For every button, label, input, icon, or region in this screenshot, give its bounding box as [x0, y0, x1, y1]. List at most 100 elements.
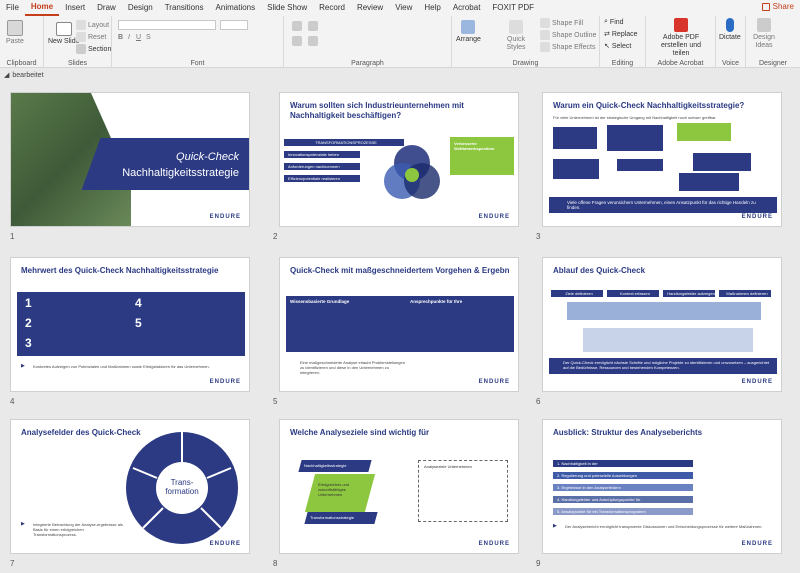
endure-logo: ENDURE — [741, 214, 773, 220]
new-slide-icon — [55, 22, 72, 36]
slide-6-bottom: Der Quick-Check ermöglicht nächste Schri… — [563, 360, 770, 370]
question-bubble — [617, 159, 663, 171]
tab-animations[interactable]: Animations — [210, 0, 262, 16]
slide-2-item: Effizienzpotentiale realisieren — [284, 175, 360, 182]
numbering-button[interactable] — [308, 21, 318, 31]
slide-5-bottom: Eine maßgeschneiderte Analyse erlaubt Pr… — [300, 360, 405, 375]
endure-logo: ENDURE — [209, 541, 241, 547]
tab-file[interactable]: File — [0, 0, 25, 16]
shape-outline-icon — [540, 30, 550, 40]
paste-icon — [6, 20, 23, 36]
strikethrough-button[interactable]: S — [146, 34, 151, 41]
slide-9-bottom: Der Analysebericht ermöglicht transparen… — [565, 524, 763, 529]
slide-4-bottom: Konkretes Aufzeigen von Potenzialen und … — [33, 364, 210, 369]
microphone-icon — [725, 18, 734, 32]
slide-2-green-title: Verbesserte Wettbewerbsposition — [454, 141, 495, 151]
slide-thumbnail-9[interactable]: Ausblick: Struktur des Analyseberichts 1… — [542, 419, 782, 554]
quick-styles-button[interactable]: Quick Styles — [504, 20, 528, 52]
underline-button[interactable]: U — [136, 34, 141, 41]
slide-thumbnail-4[interactable]: Mehrwert des Quick-Check Nachhaltigkeits… — [10, 257, 250, 392]
slide-thumbnail-3[interactable]: Warum ein Quick-Check Nachhaltigkeitsstr… — [542, 92, 782, 227]
report-row: 1. Nachhaltigkeit in der — [553, 460, 693, 467]
tab-insert[interactable]: Insert — [59, 0, 91, 16]
tab-view[interactable]: View — [389, 0, 418, 16]
shape-fill-button[interactable]: Shape Fill — [540, 18, 583, 28]
question-bubble — [679, 173, 739, 191]
find-button[interactable]: ⌕ Find — [604, 18, 624, 26]
align-left-icon — [292, 36, 302, 46]
font-name-combo[interactable] — [118, 20, 216, 30]
process-step: Handlungsfelder aufzeigen — [663, 290, 715, 297]
section-header[interactable]: ◢ bearbeitet — [0, 69, 800, 81]
question-bubble — [553, 127, 597, 149]
design-ideas-icon — [757, 18, 771, 32]
align-center-button[interactable] — [308, 36, 318, 46]
reset-icon — [76, 32, 86, 42]
ribbon-tabs: File Home Insert Draw Design Transitions Anima… — [0, 0, 800, 16]
select-button[interactable]: ↖ Select — [604, 42, 631, 51]
tab-transitions[interactable]: Transitions — [159, 0, 210, 16]
italic-button[interactable]: I — [128, 34, 130, 41]
analyseziele-box-label: Analyseziele Unternehmen — [424, 464, 472, 469]
process-step: Kontext erfassen — [607, 290, 659, 297]
adobe-pdf-button[interactable]: Adobe PDF erstellen und teilen — [652, 18, 710, 58]
paste-button[interactable]: Paste — [6, 20, 24, 45]
tab-draw[interactable]: Draw — [91, 0, 122, 16]
slide-thumbnail-1[interactable]: Quick-Check Nachhaltigkeitsstrategie END… — [10, 92, 250, 227]
shape-effects-button[interactable]: Shape Effects — [540, 42, 595, 52]
tab-acrobat[interactable]: Acrobat — [447, 0, 487, 16]
font-size-combo[interactable] — [220, 20, 248, 30]
tab-design[interactable]: Design — [122, 0, 159, 16]
shape-outline-button[interactable]: Shape Outline — [540, 30, 596, 40]
slide-1-title: Quick-Check — [176, 151, 239, 163]
slide-thumbnail-7[interactable]: Analysefelder des Quick-Check Trans-form… — [10, 419, 250, 554]
slide-5-panel — [286, 296, 514, 352]
tab-foxit-pdf[interactable]: FOXIT PDF — [486, 0, 540, 16]
tab-help[interactable]: Help — [418, 0, 446, 16]
slide-thumbnail-8[interactable]: Welche Analyseziele sind wichtig für Nac… — [279, 419, 519, 554]
slide-number-7: 7 — [10, 559, 15, 568]
process-step: Ziele definieren — [551, 290, 603, 297]
bullets-button[interactable] — [292, 21, 302, 31]
slides-group: New Slide Layout Reset Section Slides — [44, 16, 112, 68]
voice-group: Dictate Voice — [716, 16, 746, 68]
question-bubble — [693, 153, 751, 171]
slide-8-label: Erfolgreiches und zukunftsfähiges Untern… — [318, 482, 350, 497]
bold-button[interactable]: B — [118, 34, 123, 41]
new-slide-button[interactable]: New Slide — [48, 22, 80, 45]
dictate-button[interactable]: Dictate — [719, 18, 741, 41]
arrange-button[interactable]: Arrange — [456, 20, 481, 43]
endure-logo: ENDURE — [478, 379, 510, 385]
editing-group: ⌕ Find ⇄ Replace ↖ Select Editing — [600, 16, 646, 68]
replace-button[interactable]: ⇄ Replace — [604, 30, 638, 39]
point-number: 5 — [135, 316, 142, 330]
reset-button[interactable]: Reset — [76, 32, 106, 42]
share-button[interactable]: Share — [761, 2, 794, 11]
question-bubble — [677, 123, 731, 141]
process-icons-row — [567, 302, 761, 320]
slide-6-title: Ablauf des Quick-Check — [553, 266, 646, 275]
slide-8-title: Welche Analyseziele sind wichtig für — [290, 428, 430, 437]
slide-thumbnail-2[interactable]: Warum sollten sich Industrieunternehmen … — [279, 92, 519, 227]
slide-thumbnail-6[interactable]: Ablauf des Quick-Check Ziele definieren … — [542, 257, 782, 392]
tab-record[interactable]: Record — [313, 0, 351, 16]
endure-logo: ENDURE — [209, 214, 241, 220]
wheel-center-label: Trans-formation — [165, 478, 199, 496]
align-left-button[interactable] — [292, 36, 302, 46]
layout-icon — [76, 20, 86, 30]
section-button[interactable]: Section — [76, 44, 111, 54]
slide-thumbnail-5[interactable]: Quick-Check mit maßgeschneidertem Vorgeh… — [279, 257, 519, 392]
slide-8-label: Nachhaltigkeitsstrategie — [304, 463, 347, 468]
endure-logo: ENDURE — [209, 379, 241, 385]
slide-5-title: Quick-Check mit maßgeschneidertem Vorgeh… — [290, 266, 510, 275]
design-ideas-button[interactable]: Design Ideas — [752, 18, 776, 50]
point-number: 1 — [25, 296, 32, 310]
adobe-pdf-icon — [674, 18, 688, 32]
layout-button[interactable]: Layout — [76, 20, 109, 30]
find-icon: ⌕ — [604, 18, 608, 25]
tab-review[interactable]: Review — [351, 0, 389, 16]
tab-slide-show[interactable]: Slide Show — [261, 0, 313, 16]
report-row: 2. Regulierung und potenzielle Auswirkun… — [553, 472, 693, 479]
tab-home[interactable]: Home — [24, 0, 60, 16]
shape-fill-icon — [540, 18, 550, 28]
